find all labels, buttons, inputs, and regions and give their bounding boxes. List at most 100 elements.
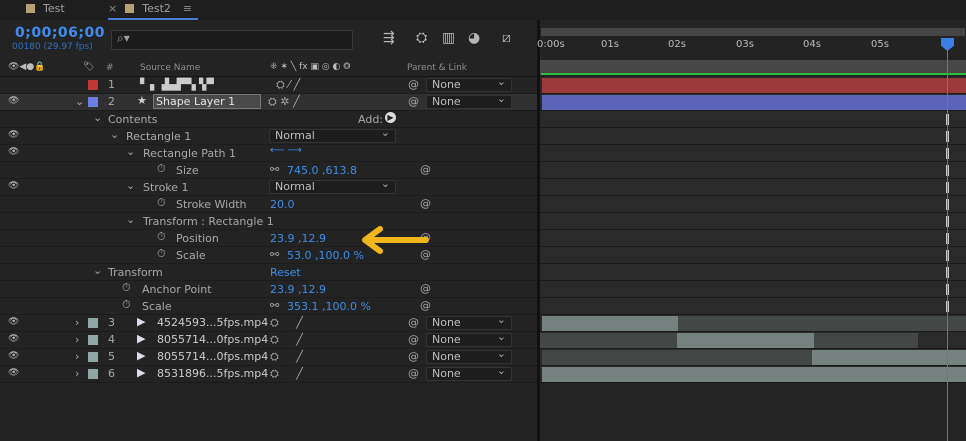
prop-value[interactable]: 745.0 ,613.8 — [287, 164, 357, 177]
prop-rectangle[interactable]: 👁 ⌄ Rectangle 1 Normal — [0, 127, 537, 145]
switch-icons[interactable]: ⛭ ✲ ╱ — [268, 95, 300, 109]
search-input[interactable]: ⌕▾ — [111, 30, 353, 50]
layer-name[interactable]: Shape Layer 1 — [153, 94, 261, 109]
layer-row[interactable]: 1 ▘ ▖▗▙▟▀▚▝▞▘ ⛭ ⁄ ╱ @ None — [0, 76, 537, 94]
label-color[interactable] — [88, 352, 98, 362]
layer-name[interactable]: 8055714...0fps.mp4 — [157, 333, 268, 346]
switch-icons[interactable]: ⛭ ╱ — [270, 333, 303, 347]
eye-icon[interactable]: 👁 — [8, 130, 19, 140]
eye-icon[interactable]: 👁 — [8, 368, 19, 378]
layer-bar[interactable] — [542, 367, 966, 382]
prop-scale[interactable]: ⏱ Scale ⚯ 53.0 ,100.0 % @ — [0, 247, 537, 264]
pickwhip-icon[interactable]: @ — [420, 197, 431, 210]
chevron-right-icon[interactable]: › — [75, 367, 79, 380]
prop-value[interactable]: 23.9 ,12.9 — [270, 283, 326, 296]
layer-name[interactable]: 8531896...5fps.mp4 — [157, 367, 268, 380]
current-time-indicator[interactable] — [947, 40, 948, 441]
motion-blur-icon[interactable]: ◕ — [468, 30, 480, 46]
pickwhip-icon[interactable]: @ — [408, 78, 419, 91]
eye-icon[interactable]: 👁 — [8, 351, 19, 361]
shy-icon[interactable]: ⛭ — [416, 30, 427, 46]
prop-position[interactable]: ⏱ Position 23.9 ,12.9 @ — [0, 230, 537, 247]
eye-icon[interactable]: 👁 — [8, 96, 19, 106]
eye-icon[interactable]: 👁 — [8, 317, 19, 327]
eye-icon[interactable]: 👁 — [8, 334, 19, 344]
eye-icon[interactable]: 👁 — [8, 181, 19, 191]
timecode[interactable]: 0;00;06;00 — [15, 25, 105, 41]
prop-stroke-width[interactable]: ⏱ Stroke Width 20.0 @ — [0, 196, 537, 213]
label-color[interactable] — [88, 335, 98, 345]
layer-bar[interactable] — [677, 333, 814, 348]
link-icon[interactable]: ⚯ — [270, 299, 279, 312]
label-color[interactable] — [88, 369, 98, 379]
stopwatch-icon[interactable]: ⏱ — [122, 298, 131, 312]
pickwhip-icon[interactable]: @ — [420, 163, 431, 176]
prop-value[interactable]: 353.1 ,100.0 % — [287, 300, 371, 313]
prop-anchor[interactable]: ⏱ Anchor Point 23.9 ,12.9 @ — [0, 281, 537, 298]
prop-contents[interactable]: ⌄ Contents Add: ▶ — [0, 111, 537, 128]
pickwhip-icon[interactable]: @ — [408, 367, 419, 380]
eye-icon[interactable]: 👁 — [8, 147, 19, 157]
pickwhip-icon[interactable]: @ — [408, 95, 419, 108]
prop-transform-rect[interactable]: ⌄ Transform : Rectangle 1 — [0, 213, 537, 230]
chevron-down-icon[interactable]: ⌄ — [110, 128, 119, 141]
menu-icon[interactable]: ≡ — [183, 2, 192, 15]
parent-dropdown[interactable]: None — [426, 314, 512, 330]
switch-icons[interactable]: ⛭ ╱ — [270, 316, 303, 330]
blend-mode-dropdown[interactable]: Normal — [269, 127, 396, 143]
layer-bar[interactable] — [542, 78, 966, 93]
layer-name[interactable]: 8055714...0fps.mp4 — [157, 350, 268, 363]
link-icon[interactable]: ⚯ — [270, 163, 279, 176]
reset-link[interactable]: Reset — [270, 266, 301, 279]
chevron-right-icon[interactable]: › — [75, 316, 79, 329]
graph-editor-icon[interactable]: ⧄ — [502, 30, 511, 46]
layer-name[interactable]: 4524593...5fps.mp4 — [157, 316, 268, 329]
chevron-right-icon[interactable]: › — [75, 350, 79, 363]
parent-dropdown[interactable]: None — [426, 76, 512, 92]
work-area-bar[interactable] — [541, 28, 965, 36]
prop-value[interactable]: 23.9 ,12.9 — [270, 232, 326, 245]
switch-icons[interactable]: ⛭ ╱ — [270, 367, 303, 381]
prop-stroke[interactable]: 👁 ⌄ Stroke 1 Normal — [0, 178, 537, 196]
prop-value[interactable]: 20.0 — [270, 198, 295, 211]
pickwhip-icon[interactable]: @ — [408, 316, 419, 329]
stopwatch-icon[interactable]: ⏱ — [157, 162, 166, 176]
link-icon[interactable]: ⚯ — [270, 248, 279, 261]
tab-test[interactable]: Test — [26, 0, 65, 20]
switch-icons[interactable]: ⛭ ⁄ ╱ — [276, 78, 300, 92]
prop-transform[interactable]: ⌄ Transform Reset — [0, 264, 537, 281]
stopwatch-icon[interactable]: ⏱ — [157, 196, 166, 210]
prop-scale-layer[interactable]: ⏱ Scale ⚯ 353.1 ,100.0 % @ — [0, 298, 537, 315]
stopwatch-icon[interactable]: ⏱ — [122, 281, 131, 295]
layer-bar[interactable] — [542, 316, 678, 331]
layer-row[interactable]: 👁 › 4 ▶ 8055714...0fps.mp4 ⛭ ╱ @ None — [0, 331, 537, 349]
path-direction-icon[interactable]: ⟵ ⟶ — [270, 145, 302, 156]
chevron-down-icon[interactable]: ⌄ — [126, 213, 135, 226]
label-color[interactable] — [88, 97, 98, 107]
pickwhip-icon[interactable]: @ — [408, 350, 419, 363]
parent-dropdown[interactable]: None — [426, 348, 512, 364]
layer-row[interactable]: 👁 ⌄ 2 ★ Shape Layer 1 ⛭ ✲ ╱ @ None — [0, 93, 537, 111]
chevron-down-icon[interactable]: ⌄ — [93, 111, 102, 124]
layer-row[interactable]: 👁 › 3 ▶ 4524593...5fps.mp4 ⛭ ╱ @ None — [0, 314, 537, 332]
blend-mode-dropdown[interactable]: Normal — [269, 178, 396, 194]
pickwhip-icon[interactable]: @ — [420, 282, 431, 295]
prop-rectpath[interactable]: 👁 ⌄ Rectangle Path 1 ⟵ ⟶ — [0, 145, 537, 162]
pickwhip-icon[interactable]: @ — [408, 333, 419, 346]
col-source-name[interactable]: Source Name — [140, 63, 200, 73]
frame-blend-icon[interactable]: ▥ — [442, 30, 455, 46]
label-color[interactable] — [88, 318, 98, 328]
chevron-down-icon[interactable]: ⌄ — [75, 95, 84, 108]
stopwatch-icon[interactable]: ⏱ — [157, 230, 166, 244]
switch-icons[interactable]: ⛭ ╱ — [270, 350, 303, 364]
prop-size[interactable]: ⏱ Size ⚯ 745.0 ,613.8 @ — [0, 162, 537, 179]
stopwatch-icon[interactable]: ⏱ — [157, 247, 166, 261]
close-icon[interactable]: × — [108, 2, 117, 15]
parent-dropdown[interactable]: None — [426, 93, 512, 109]
add-play-icon[interactable]: ▶ — [385, 112, 396, 123]
chevron-down-icon[interactable]: ⌄ — [93, 264, 102, 277]
layer-bar[interactable] — [812, 350, 966, 365]
tab-test2[interactable]: × Test2 ≡ — [108, 0, 199, 20]
chevron-right-icon[interactable]: › — [75, 333, 79, 346]
parent-dropdown[interactable]: None — [426, 365, 512, 381]
